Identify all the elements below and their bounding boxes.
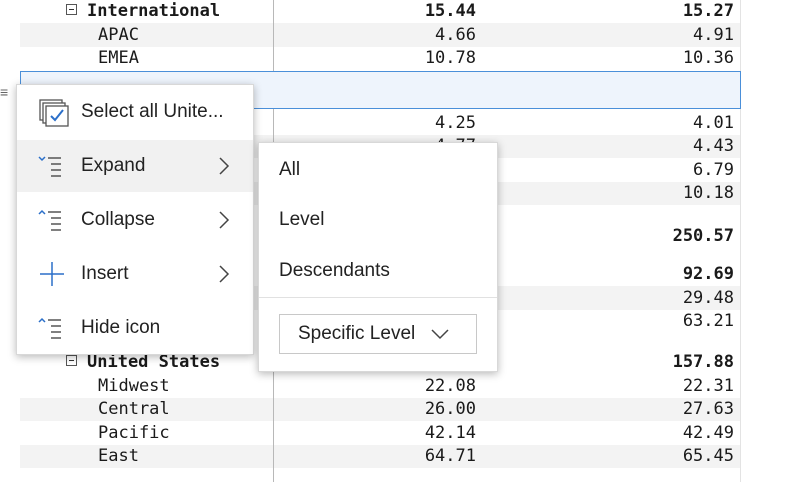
row-label: Pacific [98,423,170,443]
value-cell-2: 4.91 [693,25,734,45]
value-cell-2: 15.27 [682,1,734,21]
chevron-down-icon [431,329,449,340]
row-label-text: EMEA [98,48,139,68]
value-cell-2: 4.01 [693,113,734,133]
value-cell-1: 4.66 [435,25,476,45]
chevron-right-icon [219,157,230,175]
row-label: United States [66,352,220,372]
row-label-text: United States [87,352,221,372]
submenu-item-level[interactable]: Level [279,209,324,231]
value-cell-1: 4.25 [435,113,476,133]
submenu-item-descendants[interactable]: Descendants [279,260,390,282]
value-cell-1: 42.14 [424,423,476,443]
value-cell-2: 6.79 [693,160,734,180]
table-row[interactable]: East 64.71 65.45 [20,445,740,468]
menu-item-hide-icon[interactable]: Hide icon [17,302,253,354]
row-menu-handle-icon[interactable]: ≡ [0,84,8,100]
row-label: EMEA [98,48,139,68]
value-cell-2: 65.45 [682,446,734,466]
value-cell-2: 27.63 [682,399,734,419]
menu-item-label: Hide icon [81,317,161,338]
specific-level-label: Specific Level [298,323,416,344]
expand-list-icon [38,156,61,177]
row-label-text: International [87,1,221,21]
collapse-toggle-icon[interactable] [66,3,77,15]
value-cell-2: 10.18 [682,183,734,203]
plus-icon [40,262,64,286]
table-row[interactable]: Midwest 22.08 22.31 [20,374,740,398]
menu-item-select-all[interactable]: Select all Unite... [17,86,253,138]
menu-item-label: Expand [81,155,146,176]
menu-item-label: Select all Unite... [81,101,224,122]
value-cell-1: 15.44 [424,1,476,21]
table-row[interactable]: APAC 4.66 4.91 [20,23,740,47]
collapse-list-icon [38,209,61,231]
value-cell-2: 63.21 [682,311,734,331]
row-label-text: Midwest [98,376,170,396]
context-menu: Select all Unite... Expand Collapse Inse… [16,84,254,355]
submenu-divider [259,297,497,298]
menu-item-expand[interactable]: Expand [17,140,253,192]
menu-item-collapse[interactable]: Collapse [17,194,253,246]
select-all-icon [39,99,69,127]
row-label-text: APAC [98,25,139,45]
collapse-list-icon [38,317,61,339]
row-label-text: Pacific [98,423,170,443]
table-row[interactable]: Pacific 42.14 42.49 [20,421,740,445]
value-cell-1: 22.08 [424,376,476,396]
table-row[interactable]: International 15.44 15.27 [20,0,740,23]
value-cell-2: 29.48 [682,288,734,308]
row-label: International [66,1,220,21]
row-label: APAC [98,25,139,45]
expand-submenu: All Level Descendants Specific Level [258,142,498,372]
chevron-right-icon [219,211,230,229]
value-cell-2: 250.57 [672,226,734,246]
value-cell-2: 22.31 [682,376,734,396]
menu-item-insert[interactable]: Insert [17,248,253,300]
row-label-text: East [98,446,139,466]
row-label: Central [98,399,170,419]
value-cell-1: 64.71 [424,446,476,466]
value-cell-2: 92.69 [682,264,734,284]
table-row[interactable]: EMEA 10.78 10.36 [20,47,740,70]
value-cell-2: 10.36 [682,48,734,68]
collapse-toggle-icon[interactable] [66,354,77,366]
row-label-text: Central [98,399,170,419]
value-cell-2: 157.88 [672,352,734,372]
chevron-right-icon [219,265,230,283]
value-cell-1: 10.78 [424,48,476,68]
submenu-item-all[interactable]: All [279,159,300,181]
menu-item-label: Insert [81,263,129,284]
value-cell-1: 26.00 [424,399,476,419]
value-cell-2: 42.49 [682,423,734,443]
specific-level-dropdown[interactable]: Specific Level [279,314,477,354]
row-label: Midwest [98,376,170,396]
value-cell-2: 4.43 [693,136,734,156]
table-row[interactable]: Central 26.00 27.63 [20,398,740,421]
row-label: East [98,446,139,466]
menu-item-label: Collapse [81,209,155,230]
